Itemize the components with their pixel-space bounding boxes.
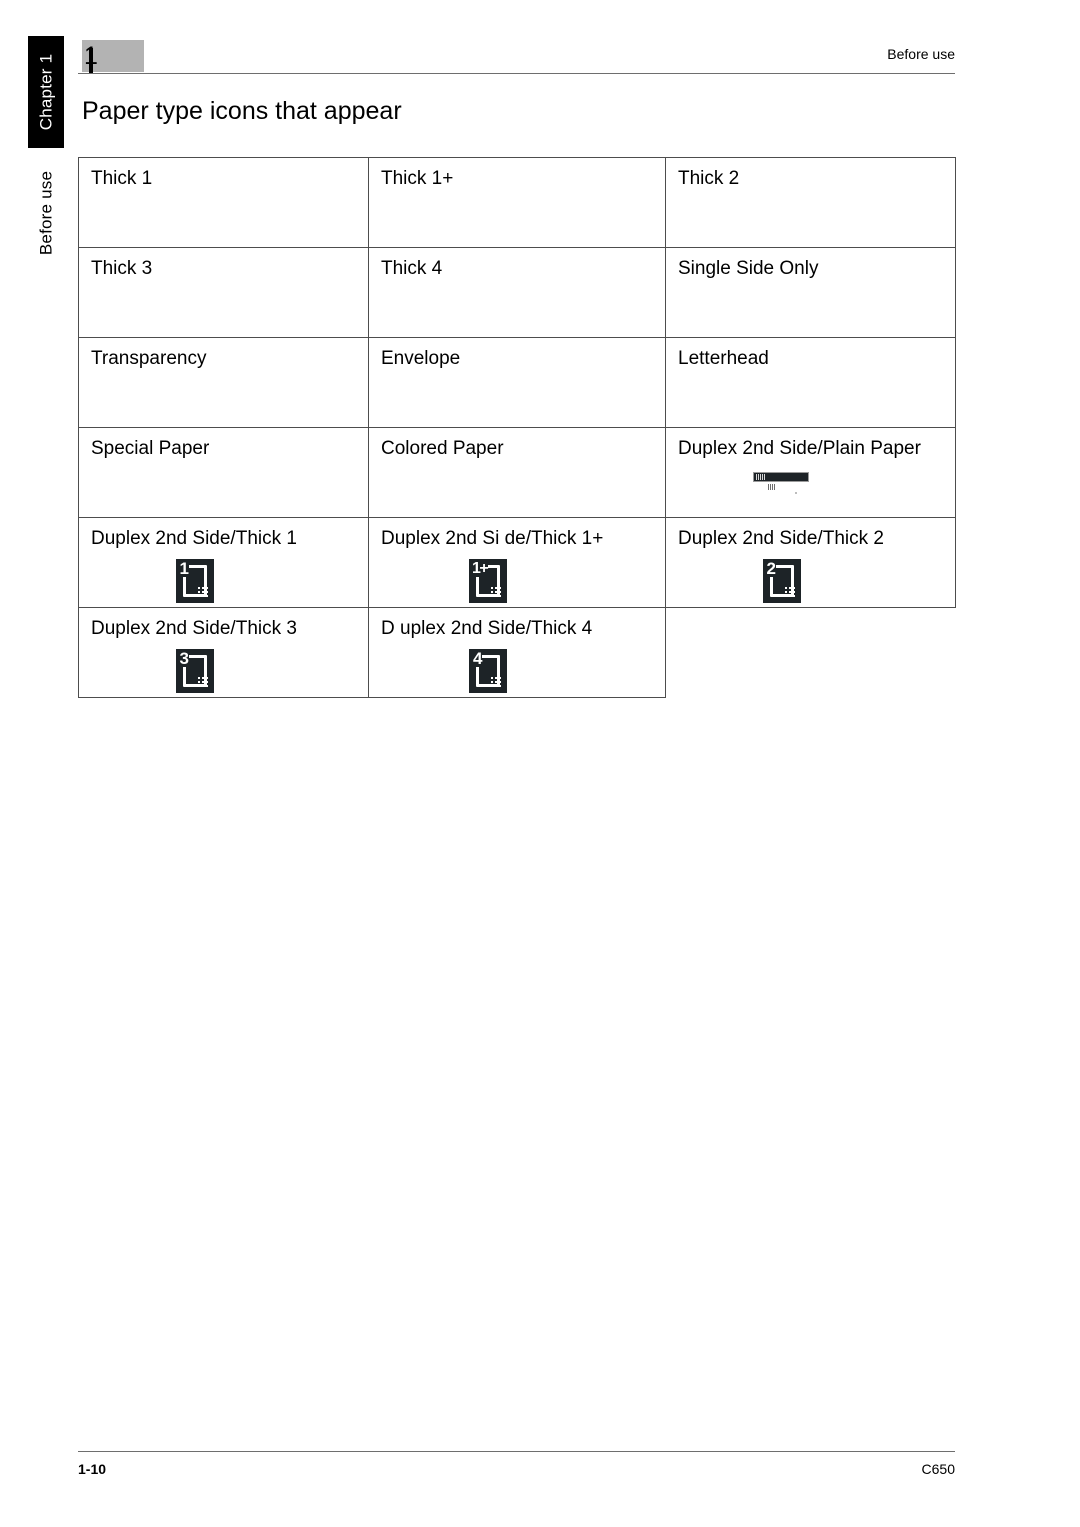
paper-type-icon-table: Thick 1 Thick 1+ Thick 2 Thick 3 Thick 4… xyxy=(78,157,956,698)
cell-label: Thick 2 xyxy=(678,168,740,189)
model-name: C650 xyxy=(921,1461,955,1477)
duplex-thick-1-icon: 1 xyxy=(175,559,214,603)
duplex-plain-paper-icon xyxy=(752,469,811,495)
chapter-tab-label: Chapter 1 xyxy=(36,53,56,131)
table-row: Duplex 2nd Side/Thick 1 1 Duplex 2nd Si … xyxy=(78,517,956,608)
table-cell: Duplex 2nd Side/Thick 2 2 xyxy=(665,517,956,608)
table-cell: Transparency xyxy=(78,337,369,428)
section-tab: Before use xyxy=(28,154,64,272)
table-cell: Duplex 2nd Side/Thick 1 1 xyxy=(78,517,369,608)
table-cell: Thick 3 xyxy=(78,247,369,338)
cell-label: Duplex 2nd Si de/Thick 1+ xyxy=(381,528,604,549)
cell-label: Envelope xyxy=(381,348,461,369)
duplex-thick-4-icon: 4 xyxy=(469,649,507,693)
paper-type-icon-slot: 4 xyxy=(381,649,665,695)
paper-type-icon-slot: 3 xyxy=(91,649,368,695)
table-cell: Envelope xyxy=(368,337,666,428)
paper-type-icon-slot xyxy=(678,469,955,515)
cell-label: Letterhead xyxy=(678,348,769,369)
icon-dogear xyxy=(490,586,502,598)
icon-numeral: 4 xyxy=(472,649,483,668)
table-cell: Duplex 2nd Si de/Thick 1+ 1+ xyxy=(368,517,666,608)
table-cell: Thick 2 xyxy=(665,157,956,248)
table-row: Special Paper Colored Paper Duplex 2nd S… xyxy=(78,427,956,518)
table-row: Transparency Envelope Letterhead xyxy=(78,337,956,428)
cell-label: Thick 3 xyxy=(91,258,153,279)
table-row: Thick 1 Thick 1+ Thick 2 xyxy=(78,157,956,248)
cell-label: Duplex 2nd Side/Thick 2 xyxy=(678,528,884,549)
cell-label: Colored Paper xyxy=(381,438,504,459)
duplex-thick-2-icon: 2 xyxy=(762,559,801,603)
footer-rule xyxy=(78,1451,955,1452)
table-cell-empty xyxy=(666,608,956,698)
document-page: Chapter 1 Before use 1 Before use Paper … xyxy=(0,0,1080,1527)
icon-dogear xyxy=(490,676,502,688)
duplex-thick-3-icon: 3 xyxy=(175,649,214,693)
icon-numeral: 2 xyxy=(765,559,776,578)
running-header: 1 Before use xyxy=(78,40,955,74)
paper-type-icon-slot: 2 xyxy=(678,559,955,605)
icon-dot xyxy=(794,492,797,494)
cell-label: Thick 4 xyxy=(381,258,443,279)
cell-label: Thick 1 xyxy=(91,168,153,189)
table-cell: Letterhead xyxy=(665,337,956,428)
cell-label: Transparency xyxy=(91,348,207,369)
paper-type-icon-slot: 1+ xyxy=(381,559,665,605)
table-cell: Colored Paper xyxy=(368,427,666,518)
table-cell: Special Paper xyxy=(78,427,369,518)
chapter-number: 1 xyxy=(84,42,98,70)
header-rule xyxy=(78,73,955,74)
table-cell: Thick 1 xyxy=(78,157,369,248)
icon-numeral: 3 xyxy=(178,649,189,668)
section-tab-label: Before use xyxy=(36,170,56,256)
cell-label: Special Paper xyxy=(91,438,210,459)
table-cell: Thick 1+ xyxy=(368,157,666,248)
table-cell: Duplex 2nd Side/Plain Paper xyxy=(665,427,956,518)
table-cell: Single Side Only xyxy=(665,247,956,338)
table-cell: Thick 4 xyxy=(368,247,666,338)
icon-dogear xyxy=(783,586,796,598)
cell-label: D uplex 2nd Side/Thick 4 xyxy=(381,618,593,639)
cell-label: Duplex 2nd Side/Plain Paper xyxy=(678,438,921,459)
duplex-thick-1plus-icon: 1+ xyxy=(469,559,507,603)
icon-dogear xyxy=(196,586,209,598)
table-row: Thick 3 Thick 4 Single Side Only xyxy=(78,247,956,338)
cell-label: Thick 1+ xyxy=(381,168,454,189)
cell-label: Duplex 2nd Side/Thick 1 xyxy=(91,528,297,549)
icon-numeral: 1+ xyxy=(471,560,489,577)
icon-speck xyxy=(755,474,765,480)
icon-numeral: 1 xyxy=(178,559,189,578)
cell-label: Duplex 2nd Side/Thick 3 xyxy=(91,618,297,639)
page-title: Paper type icons that appear xyxy=(82,97,402,125)
cell-label: Single Side Only xyxy=(678,258,819,279)
paper-type-icon-slot: 1 xyxy=(91,559,368,605)
table-row: Duplex 2nd Side/Thick 3 3 D uplex 2nd Si… xyxy=(78,607,956,698)
running-head-text: Before use xyxy=(887,46,955,62)
table-body: Thick 1 Thick 1+ Thick 2 Thick 3 Thick 4… xyxy=(78,157,956,698)
table-cell: Duplex 2nd Side/Thick 3 3 xyxy=(78,607,369,698)
icon-speck-secondary xyxy=(767,484,776,490)
chapter-tab: Chapter 1 xyxy=(28,36,64,148)
table-cell: D uplex 2nd Side/Thick 4 4 xyxy=(368,607,666,698)
icon-dogear xyxy=(196,676,209,688)
